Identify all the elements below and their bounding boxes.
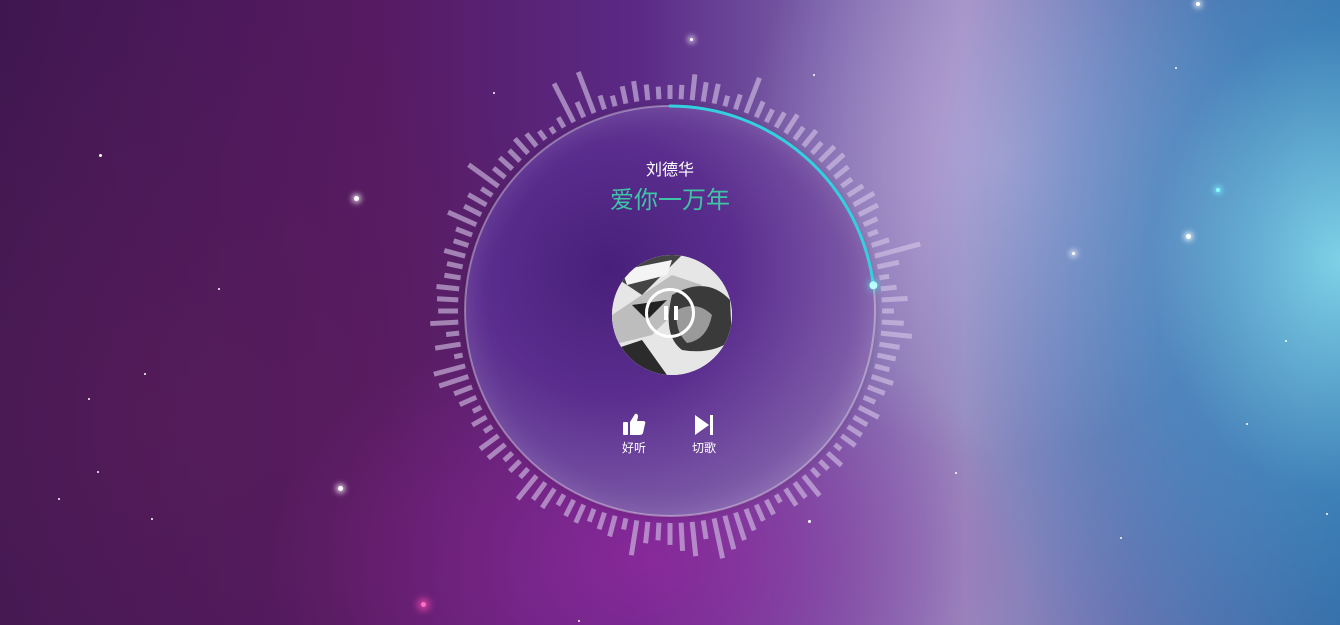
pause-icon (664, 306, 668, 320)
spectrum-bar (880, 330, 913, 339)
skip-next-icon (695, 415, 713, 435)
like-button[interactable]: 好听 (604, 411, 664, 456)
pause-button[interactable] (645, 288, 695, 338)
next-button[interactable]: 切歌 (674, 413, 734, 456)
thumbs-up-icon (623, 413, 646, 435)
player-stage: 刘德华 爱你一万年 好听 切歌 (0, 0, 1340, 625)
song-title: 爱你一万年 (610, 186, 730, 214)
next-label: 切歌 (691, 441, 716, 455)
spectrum-bar (678, 522, 686, 551)
pause-icon (674, 306, 678, 320)
artist-name: 刘德华 (645, 160, 694, 179)
like-label: 好听 (621, 441, 646, 455)
spectrum-bar (689, 521, 699, 557)
spectrum-bar (881, 296, 908, 303)
progress-knob[interactable] (869, 281, 878, 290)
spectrum-bar (881, 319, 904, 326)
